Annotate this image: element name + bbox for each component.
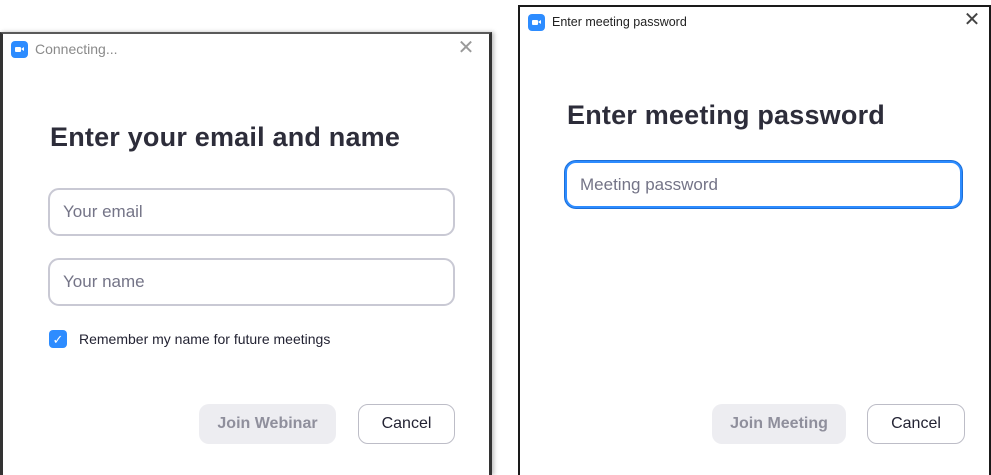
title-bar: Enter meeting password ✕ [520,7,989,37]
title-bar: Connecting... ✕ [3,34,489,64]
email-name-dialog: Connecting... ✕ Enter your email and nam… [0,32,492,475]
window-title: Connecting... [35,41,118,57]
dialog-heading: Enter your email and name [50,122,401,152]
name-field[interactable] [48,258,455,306]
join-webinar-button[interactable]: Join Webinar [199,404,336,444]
close-icon[interactable]: ✕ [455,37,477,59]
zoom-camera-icon [528,13,545,31]
meeting-password-field[interactable] [565,161,962,208]
remember-name-label: Remember my name for future meetings [79,331,331,347]
email-field[interactable] [48,188,455,236]
cancel-button[interactable]: Cancel [358,404,455,444]
checkmark-icon[interactable]: ✓ [49,330,67,348]
remember-name-option[interactable]: ✓ Remember my name for future meetings [49,330,330,348]
zoom-camera-icon [11,40,28,58]
dialog-heading: Enter meeting password [567,100,885,130]
close-icon[interactable]: ✕ [961,9,983,31]
meeting-password-dialog: Enter meeting password ✕ Enter meeting p… [518,5,991,475]
cancel-button[interactable]: Cancel [867,404,965,444]
join-meeting-button[interactable]: Join Meeting [712,404,846,444]
window-title: Enter meeting password [552,15,687,29]
